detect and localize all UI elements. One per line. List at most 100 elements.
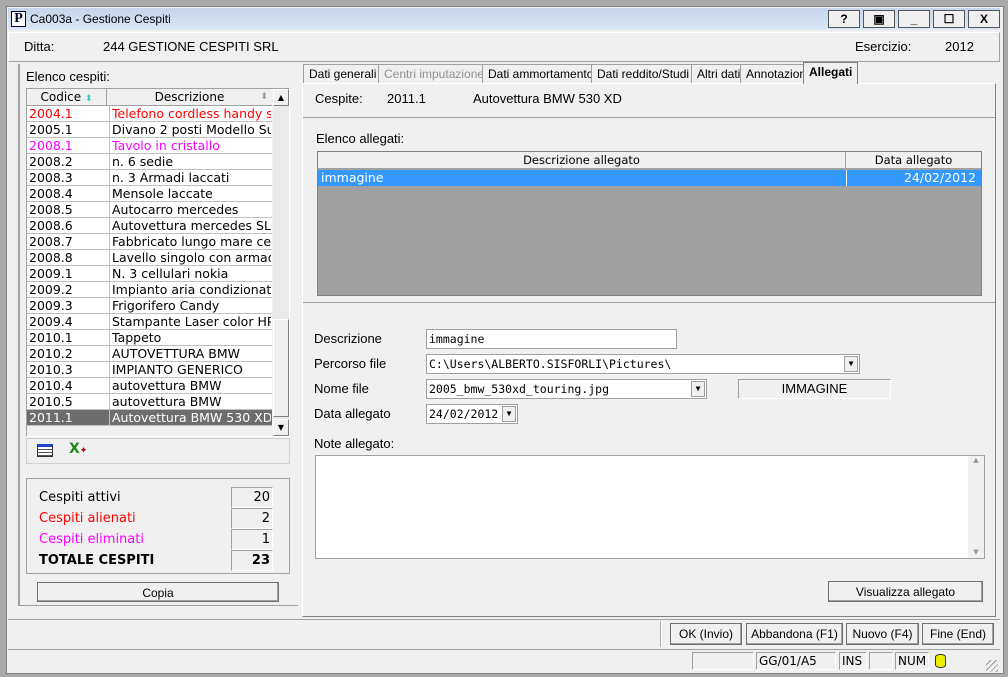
cespite-desc: Frigorifero Candy bbox=[109, 298, 271, 313]
tab-dati-generali[interactable]: Dati generali bbox=[303, 64, 383, 84]
cespite-code: 2010.1 bbox=[29, 330, 73, 345]
chevron-down-icon[interactable]: ▼ bbox=[502, 406, 516, 422]
cespite-row[interactable]: 2008.3 n. 3 Armadi laccati bbox=[27, 170, 272, 186]
maximize-button[interactable]: ☐ bbox=[933, 10, 965, 28]
tab-allegati[interactable]: Allegati bbox=[803, 62, 859, 84]
cespite-code: 2009.2 bbox=[29, 282, 73, 297]
note-scrollbar[interactable]: ▲ ▼ bbox=[968, 456, 984, 558]
column-header-descrizione-allegato[interactable]: Descrizione allegato bbox=[318, 152, 846, 169]
tab-altri-dati[interactable]: Altri dati bbox=[691, 64, 747, 84]
status-num: NUM bbox=[895, 652, 929, 670]
cespite-row[interactable]: 2010.2 AUTOVETTURA BMW bbox=[27, 346, 272, 362]
cespite-row[interactable]: 2008.6 Autovettura mercedes SL bbox=[27, 218, 272, 234]
cespite-desc: n. 6 sedie bbox=[109, 154, 271, 169]
cespite-row[interactable]: 2008.1 Tavolo in cristallo bbox=[27, 138, 272, 154]
grid-view-icon[interactable] bbox=[37, 444, 53, 457]
cespite-row[interactable]: 2009.4 Stampante Laser color HP bbox=[27, 314, 272, 330]
nome-file-label: Nome file bbox=[314, 381, 369, 396]
cespite-desc: Impianto aria condizionat bbox=[109, 282, 271, 297]
tab-centri-imputazione[interactable]: Centri imputazione bbox=[378, 64, 491, 84]
cespite-desc: autovettura BMW bbox=[109, 394, 271, 409]
cespite-code: 2008.3 bbox=[29, 170, 73, 185]
cespite-row[interactable]: 2009.2 Impianto aria condizionat bbox=[27, 282, 272, 298]
cespite-row[interactable]: 2009.1 N. 3 cellulari nokia bbox=[27, 266, 272, 282]
chevron-down-icon[interactable]: ▼ bbox=[844, 356, 858, 372]
column-header-codice[interactable]: Codice ⬍ bbox=[27, 89, 107, 106]
scroll-thumb[interactable] bbox=[273, 319, 289, 417]
minimize-button[interactable]: _ bbox=[898, 10, 930, 28]
database-icon bbox=[935, 654, 946, 668]
cespite-desc: AUTOVETTURA BMW bbox=[109, 346, 271, 361]
excel-export-icon[interactable]: X✦ bbox=[69, 441, 87, 457]
percorso-file-select[interactable]: C:\Users\ALBERTO.SISFORLI\Pictures\ ▼ bbox=[426, 354, 860, 374]
scroll-down-button[interactable]: ▼ bbox=[273, 419, 289, 436]
data-value: 24/02/2012 bbox=[429, 407, 499, 421]
ditta-label: Ditta: bbox=[24, 39, 55, 54]
total-label: TOTALE CESPITI bbox=[39, 553, 155, 568]
column-header-descrizione[interactable]: Descrizione ⬍ bbox=[107, 89, 272, 106]
resize-grip-icon[interactable] bbox=[986, 660, 998, 672]
cespite-row[interactable]: 2010.3 IMPIANTO GENERICO bbox=[27, 362, 272, 378]
scroll-up-button[interactable]: ▲ bbox=[273, 89, 289, 106]
data-allegato-picker[interactable]: 24/02/2012 ▼ bbox=[426, 404, 518, 424]
allegati-grid: Descrizione allegato Data allegato immag… bbox=[317, 151, 982, 296]
chevron-down-icon[interactable]: ▼ bbox=[691, 381, 705, 397]
vertical-scrollbar[interactable]: ▲ ▼ bbox=[273, 89, 289, 436]
tab-dati-reddito-studi[interactable]: Dati reddito/Studi bbox=[591, 64, 696, 84]
cespite-code: 2008.7 bbox=[29, 234, 73, 249]
cespite-row[interactable]: 2010.4 autovettura BMW bbox=[27, 378, 272, 394]
footer-divider bbox=[8, 619, 1000, 620]
cespite-desc: Fabbricato lungo mare ce bbox=[109, 234, 271, 249]
visualizza-allegato-button[interactable]: Visualizza allegato bbox=[828, 581, 983, 602]
cespite-row[interactable]: 2008.2 n. 6 sedie bbox=[27, 154, 272, 170]
status-field bbox=[869, 652, 893, 670]
cespite-row[interactable]: 2010.1 Tappeto bbox=[27, 330, 272, 346]
close-button[interactable]: X bbox=[968, 10, 1000, 28]
cespite-code: 2009.3 bbox=[29, 298, 73, 313]
cespite-desc: Tappeto bbox=[109, 330, 271, 345]
cespite-code: 2008.8 bbox=[29, 250, 73, 265]
abbandona-button[interactable]: Abbandona (F1) bbox=[746, 623, 843, 645]
cespite-row[interactable]: 2008.5 Autocarro mercedes bbox=[27, 202, 272, 218]
cespite-row[interactable]: 2011.1 Autovettura BMW 530 XD bbox=[27, 410, 272, 426]
nome-value: 2005_bmw_530xd_touring.jpg bbox=[429, 382, 610, 396]
tab-dati-ammortamento[interactable]: Dati ammortamento bbox=[482, 64, 600, 84]
descrizione-input[interactable]: immagine bbox=[426, 329, 677, 349]
allegati-list-title: Elenco allegati: bbox=[316, 131, 405, 146]
nuovo-button[interactable]: Nuovo (F4) bbox=[846, 623, 919, 645]
codice-label: Codice bbox=[40, 90, 82, 104]
percorso-label: Percorso file bbox=[314, 356, 387, 371]
data-allegato-label: Data allegato bbox=[314, 406, 391, 421]
cespite-row[interactable]: 2005.1 Divano 2 posti Modello Su bbox=[27, 122, 272, 138]
cespite-desc: Telefono cordless handy s bbox=[109, 106, 271, 121]
cespite-row[interactable]: 2008.7 Fabbricato lungo mare ce bbox=[27, 234, 272, 250]
allegato-date: 24/02/2012 bbox=[846, 170, 979, 186]
cespite-code: 2010.4 bbox=[29, 378, 73, 393]
nome-file-select[interactable]: 2005_bmw_530xd_touring.jpg ▼ bbox=[426, 379, 707, 399]
note-textarea[interactable]: ▲ ▼ bbox=[315, 455, 985, 559]
column-header-data-allegato[interactable]: Data allegato bbox=[846, 152, 981, 169]
cespite-row[interactable]: 2004.1 Telefono cordless handy s bbox=[27, 106, 272, 122]
allegato-row[interactable]: immagine 24/02/2012 bbox=[318, 170, 981, 186]
cespite-desc: n. 3 Armadi laccati bbox=[109, 170, 271, 185]
separator bbox=[660, 621, 662, 647]
copy-button[interactable]: Copia bbox=[37, 582, 279, 602]
ok-button[interactable]: OK (Invio) bbox=[670, 623, 742, 645]
cespite-desc: Stampante Laser color HP bbox=[109, 314, 271, 329]
cespite-code: 2010.5 bbox=[29, 394, 73, 409]
cespite-code: 2009.1 bbox=[29, 266, 73, 281]
app-icon: P bbox=[11, 11, 26, 27]
divider bbox=[303, 302, 995, 303]
cespite-row[interactable]: 2008.8 Lavello singolo con armad bbox=[27, 250, 272, 266]
fine-button[interactable]: Fine (End) bbox=[922, 623, 994, 645]
help-button[interactable]: ? bbox=[828, 10, 860, 28]
cespite-code: 2011.1 bbox=[29, 410, 73, 425]
cespite-row[interactable]: 2008.4 Mensole laccate bbox=[27, 186, 272, 202]
restore-small-button[interactable]: ▣ bbox=[863, 10, 895, 28]
file-type-field: IMMAGINE bbox=[738, 379, 891, 399]
cespite-code: 2011.1 bbox=[387, 91, 426, 106]
cespite-row[interactable]: 2010.5 autovettura BMW bbox=[27, 394, 272, 410]
cespite-row[interactable]: 2009.3 Frigorifero Candy bbox=[27, 298, 272, 314]
allegato-desc: immagine bbox=[321, 170, 384, 185]
status-divider bbox=[8, 649, 1000, 650]
